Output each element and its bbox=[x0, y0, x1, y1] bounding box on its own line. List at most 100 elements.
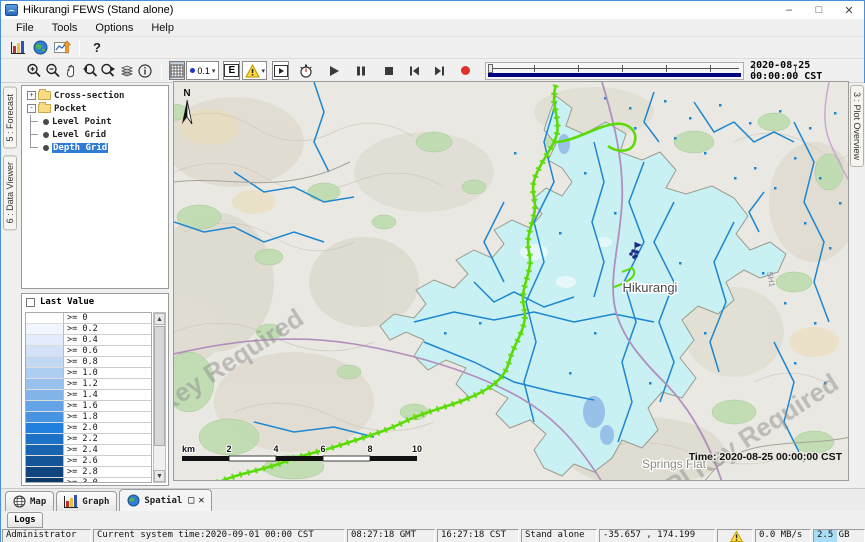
legend-row: >= 2.6 bbox=[26, 456, 151, 467]
timeline-slider[interactable] bbox=[485, 62, 744, 80]
info-button[interactable] bbox=[137, 61, 154, 80]
legend-swatch bbox=[26, 478, 64, 483]
window-title: Hikurangi FEWS (Stand alone) bbox=[23, 4, 173, 16]
map-toolbar: 0.1 ▾ E ▾ bbox=[1, 59, 864, 83]
tab-map[interactable]: Map bbox=[5, 491, 54, 511]
step-back-button[interactable] bbox=[406, 61, 423, 80]
tab-forecast[interactable]: 5 : Forecast bbox=[3, 87, 17, 149]
last-value-checkbox[interactable] bbox=[26, 298, 35, 307]
close-button[interactable]: ✕ bbox=[834, 2, 864, 19]
tree-node-level-grid[interactable]: Level Grid bbox=[25, 128, 168, 141]
tree-node-label: Pocket bbox=[54, 104, 87, 114]
svg-text:2: 2 bbox=[226, 444, 231, 454]
node-bullet-icon bbox=[43, 132, 49, 138]
layers-button[interactable] bbox=[119, 61, 136, 80]
legend-swatch bbox=[26, 445, 64, 456]
tree-connector bbox=[30, 128, 42, 141]
timeline-handle[interactable] bbox=[488, 64, 493, 73]
close-panel-icon[interactable]: ✕ bbox=[198, 495, 204, 506]
scroll-up-icon[interactable]: ▲ bbox=[154, 313, 165, 325]
play-button[interactable] bbox=[326, 61, 343, 80]
status-warning-cell[interactable] bbox=[717, 529, 753, 542]
svg-text:6: 6 bbox=[320, 444, 325, 454]
left-tab-strip: 5 : Forecast 6 : Data Viewer bbox=[1, 83, 19, 488]
status-coordinates: -35.657 , 174.199 bbox=[599, 529, 715, 542]
zoom-in-button[interactable] bbox=[26, 61, 43, 80]
menu-tools[interactable]: Tools bbox=[43, 22, 87, 34]
fews-window: { "window": { "title": "Hikurangi FEWS (… bbox=[0, 0, 865, 542]
tree-node-level-point[interactable]: Level Point bbox=[25, 115, 168, 128]
animation-window-button[interactable] bbox=[272, 61, 289, 80]
tree-node-pocket[interactable]: - Pocket bbox=[25, 102, 168, 115]
timeseries-display-icon[interactable] bbox=[52, 38, 72, 57]
legend-header: Last Value bbox=[22, 294, 168, 310]
scroll-down-icon[interactable]: ▼ bbox=[154, 470, 165, 482]
zoom-out-button[interactable] bbox=[45, 61, 62, 80]
zoom-previous-button[interactable] bbox=[82, 61, 99, 80]
database-display-icon[interactable] bbox=[8, 38, 28, 57]
pause-button[interactable] bbox=[353, 61, 370, 80]
zoom-out-icon bbox=[45, 63, 61, 79]
legend-row: >= 2.4 bbox=[26, 445, 151, 456]
menu-help[interactable]: Help bbox=[142, 22, 183, 34]
legend-swatch bbox=[26, 412, 64, 423]
tree-node-cross-section[interactable]: + Cross-section bbox=[25, 89, 168, 102]
spatial-display-icon[interactable] bbox=[30, 38, 50, 57]
legend-swatch bbox=[26, 390, 64, 401]
logs-tab[interactable]: Logs bbox=[7, 512, 43, 528]
contour-interval-dropdown[interactable]: 0.1 ▾ bbox=[186, 61, 219, 80]
svg-text:N: N bbox=[183, 88, 190, 99]
chevron-down-icon: ▾ bbox=[262, 67, 266, 75]
node-bullet-icon bbox=[43, 119, 49, 125]
legend-swatch bbox=[26, 313, 64, 324]
threshold-warning-dropdown[interactable]: ▾ bbox=[242, 61, 267, 80]
restore-panel-icon[interactable]: □ bbox=[188, 495, 194, 506]
menu-options[interactable]: Options bbox=[86, 22, 142, 34]
legend-scrollbar[interactable]: ▲ ▼ bbox=[153, 312, 166, 483]
help-button[interactable]: ? bbox=[87, 38, 107, 57]
legend-row: >= 0.2 bbox=[26, 324, 151, 335]
tab-spatial[interactable]: Spatial □ ✕ bbox=[119, 489, 212, 511]
collapse-icon[interactable]: - bbox=[27, 104, 36, 113]
stop-button[interactable] bbox=[381, 61, 398, 80]
grid-display-button[interactable] bbox=[169, 61, 186, 80]
pan-button[interactable] bbox=[63, 61, 80, 80]
map-canvas[interactable]: API Key Required API Key Required Hikura… bbox=[174, 82, 849, 481]
legend-row: >= 0 bbox=[26, 313, 151, 324]
warning-triangle-icon bbox=[730, 531, 743, 542]
animation-settings-button[interactable] bbox=[298, 61, 315, 80]
maximize-button[interactable]: □ bbox=[804, 2, 834, 19]
tree-node-label: Level Grid bbox=[52, 130, 106, 140]
play-icon bbox=[328, 65, 340, 77]
zoom-next-button[interactable] bbox=[100, 61, 117, 80]
chevron-down-icon: ▾ bbox=[212, 67, 216, 75]
legend-row: >= 3.0 bbox=[26, 478, 151, 483]
pause-icon bbox=[355, 65, 367, 77]
marker-dot-icon bbox=[190, 68, 195, 73]
title-bar: Hikurangi FEWS (Stand alone) – □ ✕ bbox=[1, 1, 864, 19]
menu-file[interactable]: File bbox=[7, 22, 43, 34]
skip-start-icon bbox=[408, 65, 421, 77]
globe-icon bbox=[33, 40, 48, 55]
tab-plot-overview[interactable]: 3 : Plot Overview bbox=[850, 85, 864, 167]
map-viewport[interactable]: API Key Required API Key Required Hikura… bbox=[173, 81, 849, 481]
side-panel: + Cross-section - Pocket Level Point Lev… bbox=[19, 83, 171, 488]
expand-icon[interactable]: + bbox=[27, 91, 36, 100]
timeline-track bbox=[490, 68, 739, 69]
tree-node-depth-grid[interactable]: Depth Grid bbox=[25, 141, 168, 154]
record-button[interactable] bbox=[457, 61, 474, 80]
last-value-label: Last Value bbox=[40, 297, 94, 307]
tree-connector bbox=[30, 141, 42, 148]
legend-row: >= 0.8 bbox=[26, 357, 151, 368]
svg-text:4: 4 bbox=[273, 444, 278, 454]
scrollbar-thumb[interactable] bbox=[154, 326, 165, 446]
tab-data-viewer[interactable]: 6 : Data Viewer bbox=[3, 155, 17, 230]
label-tool-icon: E bbox=[224, 64, 239, 77]
legend-list: >= 0 >= 0.2 >= 0.4 >= 0.6 >= 0.8 >= 1.0 … bbox=[25, 312, 152, 483]
tree-connector bbox=[30, 115, 42, 128]
info-icon bbox=[137, 63, 153, 79]
tab-graph[interactable]: Graph bbox=[56, 491, 117, 511]
minimize-button[interactable]: – bbox=[774, 2, 804, 19]
label-tool-button[interactable]: E bbox=[223, 61, 240, 80]
step-forward-button[interactable] bbox=[432, 61, 449, 80]
